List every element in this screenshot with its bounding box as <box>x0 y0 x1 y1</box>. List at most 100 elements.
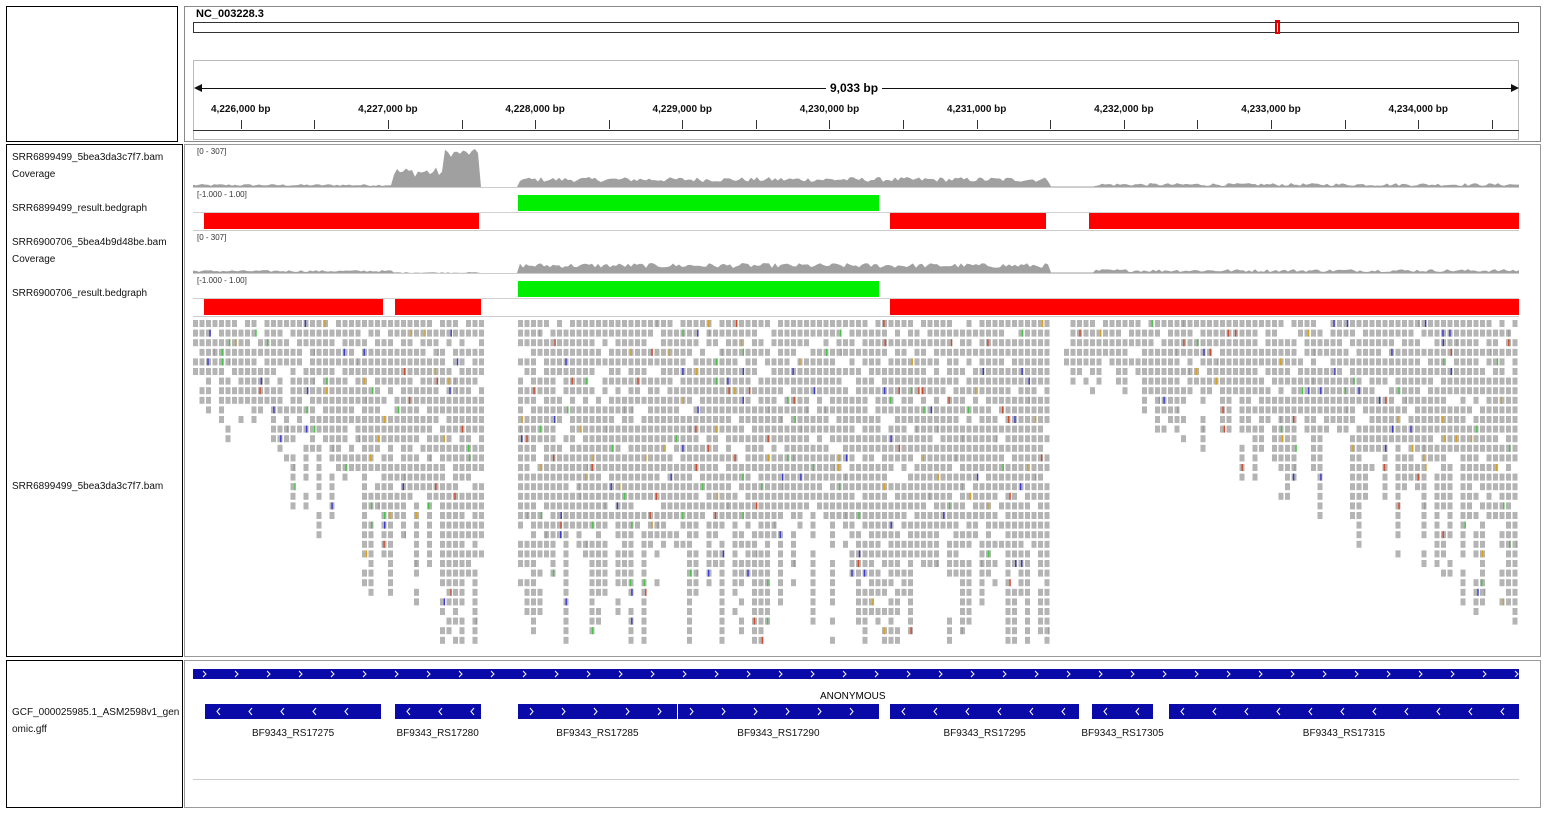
read <box>589 320 595 327</box>
track-name-coverage-2[interactable]: SRR6900706_5bea4b9d48be.bam Coverage <box>12 234 180 268</box>
read <box>895 627 900 635</box>
bedgraph-positive-segment[interactable] <box>517 281 879 297</box>
bedgraph-negative-segment[interactable] <box>890 213 1046 229</box>
track-name-alignments[interactable]: SRR6899499_5bea3da3c7f7.bam <box>12 478 180 495</box>
gene-feature[interactable] <box>678 704 879 719</box>
current-region-marker[interactable] <box>1275 20 1280 34</box>
read <box>778 387 783 395</box>
read <box>1408 368 1414 375</box>
read <box>589 416 595 423</box>
read <box>628 550 634 558</box>
read <box>947 569 952 577</box>
read <box>843 540 848 548</box>
coverage-track-2[interactable] <box>193 231 1519 273</box>
gene-feature[interactable] <box>204 704 382 719</box>
mismatch-base <box>1028 396 1030 404</box>
read <box>531 512 536 519</box>
mismatch-base <box>1508 329 1510 337</box>
read <box>622 540 627 548</box>
chromosome-ideogram[interactable] <box>193 22 1519 33</box>
alignment-track[interactable] <box>193 316 1519 656</box>
read <box>420 396 426 404</box>
read <box>401 406 406 414</box>
read <box>810 483 816 491</box>
read <box>1174 339 1180 347</box>
read <box>1356 368 1362 375</box>
read <box>1239 473 1245 481</box>
read <box>1408 348 1414 356</box>
track-name-gff[interactable]: GCF_000025985.1_ASM2598v1_genomic.gff <box>12 704 180 738</box>
read <box>219 377 224 385</box>
bedgraph-negative-segment[interactable] <box>1089 213 1519 229</box>
read <box>856 540 861 548</box>
read <box>245 387 250 395</box>
read <box>888 454 894 462</box>
read <box>518 320 523 327</box>
bedgraph-positive-segment[interactable] <box>517 195 879 211</box>
ruler-region[interactable] <box>193 60 1519 140</box>
read <box>219 406 224 414</box>
gene-feature[interactable] <box>517 704 677 719</box>
track-name-bedgraph-1[interactable]: SRR6899499_result.bedgraph <box>12 200 180 217</box>
read <box>1480 444 1485 452</box>
track-name-coverage-1[interactable]: SRR6899499_5bea3da3c7f7.bam Coverage <box>12 149 180 183</box>
mismatch-base <box>695 464 697 471</box>
mismatch-base <box>794 416 796 423</box>
read <box>531 560 536 567</box>
read <box>1239 425 1245 433</box>
read <box>1252 368 1258 375</box>
anonymous-feature-bar[interactable] <box>193 669 1519 679</box>
coverage-track-1[interactable] <box>193 145 1519 187</box>
bedgraph-negative-segment[interactable] <box>890 299 1519 315</box>
gene-feature[interactable] <box>1168 704 1519 719</box>
read <box>1434 425 1440 433</box>
read <box>440 627 445 635</box>
gene-feature[interactable] <box>890 704 1079 719</box>
read <box>446 454 452 462</box>
read <box>726 444 731 452</box>
read <box>550 377 556 385</box>
bedgraph-negative-segment[interactable] <box>203 299 383 315</box>
read <box>986 435 991 443</box>
read <box>1233 339 1238 347</box>
read <box>1005 483 1011 491</box>
read <box>999 473 1004 481</box>
read <box>258 368 263 375</box>
read <box>784 473 790 481</box>
read <box>583 358 588 366</box>
gene-feature[interactable] <box>1092 704 1153 719</box>
read <box>323 348 328 356</box>
read <box>1389 368 1394 375</box>
read <box>1337 329 1342 337</box>
read <box>427 320 432 327</box>
read <box>277 435 283 443</box>
bedgraph-negative-segment[interactable] <box>394 299 481 315</box>
gene-feature[interactable] <box>394 704 481 719</box>
read <box>1343 406 1349 414</box>
read <box>355 368 361 375</box>
read <box>297 348 302 356</box>
track-name-bedgraph-2[interactable]: SRR6900706_result.bedgraph <box>12 285 180 302</box>
read <box>1512 320 1518 327</box>
mismatch-base <box>538 329 541 337</box>
bedgraph-track-2[interactable] <box>193 274 1519 316</box>
read <box>277 387 283 395</box>
bedgraph-negative-segment[interactable] <box>203 213 480 229</box>
read <box>947 454 952 462</box>
bedgraph-track-1[interactable] <box>193 188 1519 230</box>
read <box>992 387 998 395</box>
read <box>596 320 601 327</box>
read <box>1473 492 1479 500</box>
read <box>797 339 803 347</box>
read <box>1116 377 1121 385</box>
read <box>609 444 614 452</box>
read <box>953 406 959 414</box>
mismatch-base <box>1424 320 1427 327</box>
read <box>1272 358 1277 366</box>
ruler-name-panel <box>6 6 178 142</box>
read <box>1155 368 1160 375</box>
read <box>277 425 283 433</box>
read <box>1382 396 1388 404</box>
mismatch-base <box>883 320 885 327</box>
read <box>934 358 939 366</box>
